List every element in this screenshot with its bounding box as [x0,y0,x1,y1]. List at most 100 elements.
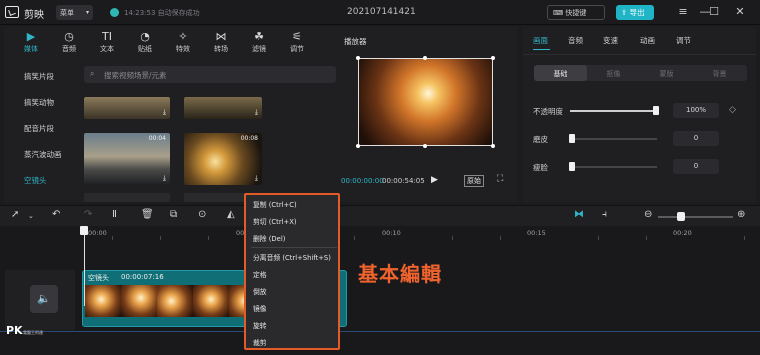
sidebar-item-dubbing[interactable]: 配音片段 [24,123,54,134]
media-thumbnail[interactable]: ⤓ [84,97,170,119]
menu-item-mirror[interactable]: 镜像 [253,303,267,313]
tab-label: 调节 [290,45,304,53]
tab-label: 媒体 [24,45,38,53]
title-bar: 剪映 菜单 ▾ 14:23:53 自动保存成功 202107141421 ⌨ 快捷… [0,0,760,25]
tab-sticker[interactable]: ◔ 贴纸 [126,27,164,57]
tab-speed[interactable]: 变速 [603,35,618,46]
download-icon[interactable]: ⤓ [255,108,258,117]
tab-transition[interactable]: ⋈ 转场 [202,27,240,57]
resize-handle[interactable] [356,56,360,60]
playhead-handle[interactable] [80,226,88,235]
watermark-text: 電腦王阿達 [23,330,43,335]
timeline-toolbar: ➚ ⌄ ↶ ↷ Ⅱ 🗑 ⧉ ⊙ ◭ ⧓ ⫞ ⊖ ⊕ [0,205,760,226]
ruler-label: 00:00 [88,229,107,237]
snap-icon[interactable]: ⧓ [574,209,584,220]
resize-handle[interactable] [423,144,427,148]
subtab-basic[interactable]: 基础 [534,65,587,81]
subtab-background[interactable]: 背景 [693,65,746,81]
sidebar-item-empty-shot[interactable]: 空镜头 [24,175,47,186]
play-icon[interactable]: ▶ [431,175,438,185]
video-preview[interactable] [358,58,493,146]
sidebar-item-vaporwave[interactable]: 蒸汽波动画 [24,149,62,160]
media-thumbnail[interactable]: 00:08 ⤓ [184,133,262,185]
menu-item-detach-audio[interactable]: 分离音频 (Ctrl+Shift+S) [253,252,331,262]
menu-item-delete[interactable]: 删除 (Del) [253,233,285,243]
sidebar-item-funny-clips[interactable]: 搞笑片段 [24,71,54,82]
select-cursor-icon[interactable]: ➚ [11,209,19,220]
tab-adjust-props[interactable]: 调节 [676,35,691,46]
split-icon[interactable]: Ⅱ [112,209,117,220]
volume-icon[interactable]: 🔈 [30,285,58,313]
sub-tabs: 基础 抠像 蒙版 背景 [534,65,747,81]
tab-effects[interactable]: ✧ 特效 [164,27,202,57]
tab-text[interactable]: TI 文本 [88,27,126,57]
zoom-knob[interactable] [677,212,685,221]
media-thumbnail[interactable]: 00:04 ⤓ [84,133,170,185]
tab-media[interactable]: ▶ 媒体 [12,27,50,57]
maximize-icon[interactable]: ☐ [707,5,721,18]
menu-item-crop[interactable]: 裁剪 [253,337,267,347]
media-icon: ▶ [26,30,36,43]
tab-filter[interactable]: ☘ 滤镜 [240,27,278,57]
context-menu: 复制 (Ctrl+C) 剪切 (Ctrl+X) 删除 (Del) 分离音频 (C… [244,193,340,350]
smooth-slider[interactable] [570,138,657,140]
shortcut-button[interactable]: ⌨ 快捷键 [547,5,605,20]
keyframe-icon[interactable]: ◇ [729,105,736,115]
menu-icon[interactable]: ≡ [676,5,690,18]
sidebar-item-funny-animals[interactable]: 搞笑动物 [24,97,54,108]
zoom-out-icon[interactable]: ⊖ [644,209,652,220]
menu-item-reverse[interactable]: 倒放 [253,286,267,296]
menu-item-cut[interactable]: 剪切 (Ctrl+X) [253,216,297,226]
close-icon[interactable]: ✕ [733,5,747,18]
link-icon[interactable]: ⫞ [602,209,607,220]
tab-label: 特效 [176,45,190,53]
menu-button[interactable]: 菜单 ▾ [56,5,93,20]
smooth-knob[interactable] [569,134,575,143]
save-status: 14:23:53 自动保存成功 [124,9,200,17]
smooth-value[interactable]: 0 [673,131,719,146]
menu-item-copy[interactable]: 复制 (Ctrl+C) [253,199,297,209]
tab-picture[interactable]: 画面 [533,35,548,46]
subtab-keying[interactable]: 抠像 [587,65,640,81]
download-icon[interactable]: ⤓ [163,174,166,183]
export-button[interactable]: ⇪ 导出 [616,5,654,20]
menu-item-freeze[interactable]: 定格 [253,269,267,279]
slim-slider[interactable] [570,166,657,168]
zoom-in-icon[interactable]: ⊕ [737,209,745,220]
slim-knob[interactable] [569,162,575,171]
download-icon[interactable]: ⤓ [163,108,166,117]
slim-value[interactable]: 0 [673,159,719,174]
ratio-button[interactable]: 原始 [464,175,484,187]
mirror-icon[interactable]: ◭ [227,209,235,220]
opacity-value[interactable]: 100% [673,103,719,118]
tab-adjust[interactable]: ⚟ 调节 [278,27,316,57]
resize-handle[interactable] [491,144,495,148]
tab-audio-props[interactable]: 音频 [568,35,583,46]
tab-audio[interactable]: ◷ 音频 [50,27,88,57]
media-panel: ▶ 媒体 ◷ 音频 TI 文本 ◔ 贴纸 ✧ 特效 ⋈ 转场 ☘ 滤镜 ⚟ 调节 搞笑片段 搞笑… [4,27,338,202]
opacity-knob[interactable] [653,106,659,115]
undo-icon[interactable]: ↶ [52,209,60,220]
opacity-slider[interactable] [570,110,657,112]
resize-handle[interactable] [423,56,427,60]
chevron-down-icon[interactable]: ⌄ [28,212,34,220]
subtab-mask[interactable]: 蒙版 [640,65,693,81]
menu-separator [251,247,337,248]
ruler-tick [354,236,355,240]
freeze-icon[interactable]: ⧉ [170,209,177,220]
download-icon[interactable]: ⤓ [255,174,258,183]
resize-handle[interactable] [356,144,360,148]
fullscreen-icon[interactable]: ⛶ [497,174,503,184]
zoom-slider[interactable] [658,216,733,218]
reverse-play-icon[interactable]: ⊙ [198,209,206,220]
playhead[interactable] [84,226,85,306]
clip-frame [157,285,193,317]
resize-handle[interactable] [491,56,495,60]
delete-icon[interactable]: 🗑 [141,209,154,220]
player-panel: 播放器 00:00:00:00 00:00:54:05 ▶ 原始 ⛶ [336,27,518,202]
search-input[interactable]: ⌕ 搜索视频场景/元素 [84,66,336,83]
media-thumbnail[interactable]: ⤓ [184,97,262,119]
tab-animation[interactable]: 动画 [640,35,655,46]
media-thumbnail[interactable] [84,193,170,202]
menu-item-rotate[interactable]: 旋转 [253,320,267,330]
